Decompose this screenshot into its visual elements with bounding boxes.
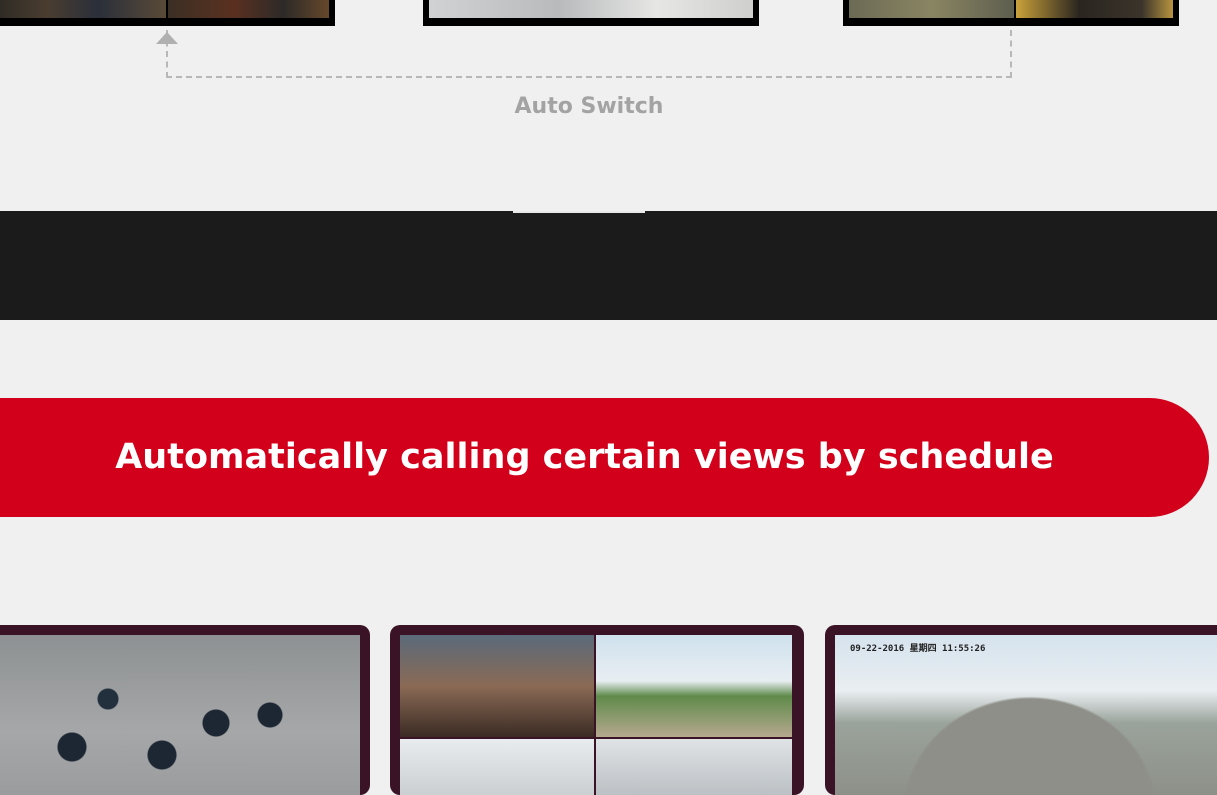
camera-thumbnail-3 xyxy=(843,0,1179,26)
schedule-banner: Automatically calling certain views by s… xyxy=(0,398,1209,517)
camera-timestamp: 09-22-2016 星期四 11:55:26 xyxy=(850,644,986,654)
camera-thumbnail-2 xyxy=(423,0,759,26)
camera-view-students xyxy=(0,635,360,795)
auto-switch-label: Auto Switch xyxy=(514,94,664,119)
camera-thumbnail-1 xyxy=(0,0,335,26)
camera-view-hall xyxy=(596,739,792,795)
camera-view-meeting-room xyxy=(400,635,594,737)
arrow-up-icon xyxy=(156,32,178,44)
camera-card-1 xyxy=(0,625,370,795)
camera-view-campus xyxy=(596,635,792,737)
camera-card-2 xyxy=(390,625,804,795)
schedule-banner-text: Automatically calling certain views by s… xyxy=(115,437,1054,477)
camera-view-fisheye-plaza xyxy=(835,635,1217,795)
band-tab-indicator xyxy=(513,211,645,213)
camera-view-lobby xyxy=(400,739,594,795)
dark-band xyxy=(0,211,1217,320)
auto-switch-connector xyxy=(166,30,1012,78)
